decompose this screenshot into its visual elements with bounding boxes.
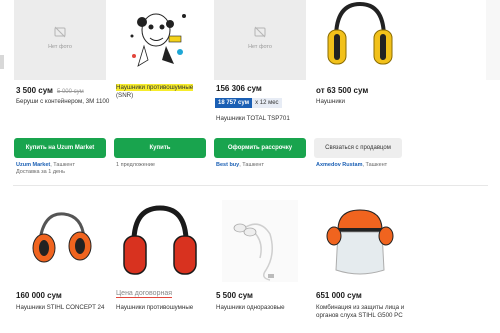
- seller-name[interactable]: Best buy: [216, 162, 239, 168]
- no-photo-icon: [54, 26, 66, 38]
- no-photo-label: Нет фото: [48, 44, 72, 50]
- seller-info-1: Uzum Market, Ташкент Доставка за 1 день: [16, 162, 75, 175]
- earmuffs-yellow-image: [327, 1, 393, 65]
- seller-info-3: Best buy, Ташкент: [216, 162, 264, 168]
- no-photo-icon: [254, 26, 266, 38]
- product-image-3[interactable]: Нет фото: [214, 0, 306, 80]
- buy-uzum-button[interactable]: Купить на Uzum Market: [14, 138, 106, 158]
- earmuffs-red-image: [123, 205, 197, 275]
- product-image-4[interactable]: [314, 0, 406, 80]
- product-title-7[interactable]: Наушники одноразовые: [216, 304, 285, 312]
- installment-badge[interactable]: 18 757 сум x 12 мес: [215, 98, 282, 108]
- buy-button[interactable]: Купить: [114, 138, 206, 158]
- product-price-7: 5 500 сум: [216, 291, 253, 300]
- seller-info-4: Axmedov Rustam, Ташкент: [316, 162, 388, 168]
- product-price-4: от 63 500 сум: [316, 86, 369, 95]
- left-edge-line: [0, 55, 4, 69]
- product-image-6[interactable]: [114, 200, 206, 284]
- product-title-1[interactable]: Беруши с контейнером, 3M 1100: [16, 98, 109, 106]
- product-title-2[interactable]: Наушники противошумные (SNR): [116, 84, 194, 99]
- cartoon-illustration: [130, 13, 186, 67]
- seller-name[interactable]: Axmedov Rustam: [316, 162, 362, 168]
- product-title-8[interactable]: Комбинация из защиты лица и органов слуха…: [316, 304, 404, 319]
- product-title-5[interactable]: Наушники STIHL CONCEPT 24: [16, 304, 104, 312]
- product-image-2[interactable]: [114, 0, 206, 80]
- contact-seller-button[interactable]: Связаться с продавцом: [314, 138, 402, 158]
- offers-count[interactable]: 1 предложение: [116, 162, 155, 169]
- installment-term: x 12 мес: [252, 98, 282, 108]
- product-price-1: 3 500 сум 5 000 сум: [16, 86, 84, 95]
- product-price-8: 651 000 сум: [316, 291, 362, 300]
- product-price-5: 160 000 сум: [16, 291, 62, 300]
- product-image-5[interactable]: [14, 200, 106, 280]
- product-title-3[interactable]: Наушники TOTAL TSP701: [216, 115, 290, 123]
- product-image-8[interactable]: [314, 200, 406, 280]
- no-photo-label: Нет фото: [248, 44, 272, 50]
- product-title-4[interactable]: Наушники: [316, 98, 345, 106]
- seller-name[interactable]: Uzum Market: [16, 162, 50, 168]
- old-price: 5 000 сум: [56, 89, 84, 95]
- partial-card-edge: [486, 0, 500, 80]
- product-price-3: 156 306 сум: [216, 84, 262, 93]
- installment-button[interactable]: Оформить рассрочку: [214, 138, 306, 158]
- product-image-1[interactable]: Нет фото: [14, 0, 106, 80]
- face-shield-image: [326, 209, 394, 275]
- product-image-7[interactable]: [214, 198, 306, 284]
- earmuffs-orange-image: [32, 212, 92, 263]
- product-price-6: Цена договорная: [116, 290, 173, 298]
- row-divider: [13, 185, 488, 186]
- product-title-6[interactable]: Наушники противошумные: [116, 304, 193, 312]
- earbuds-image: [222, 200, 298, 282]
- installment-amount: 18 757 сум: [215, 98, 253, 108]
